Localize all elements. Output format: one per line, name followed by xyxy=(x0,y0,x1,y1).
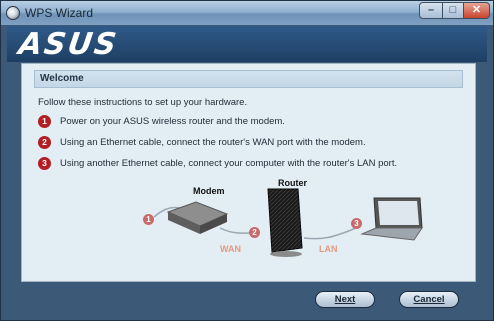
intro-text: Follow these instructions to set up your… xyxy=(38,97,248,108)
step-number-3: 3 xyxy=(38,157,51,170)
step-number-1: 1 xyxy=(38,115,51,128)
modem-label: Modem xyxy=(193,186,225,196)
window-title: WPS Wizard xyxy=(25,6,94,20)
minimize-button[interactable]: – xyxy=(419,2,443,19)
section-title: Welcome xyxy=(40,73,84,84)
diagram-badge-2: 2 xyxy=(249,227,260,238)
content-panel: Welcome Follow these instructions to set… xyxy=(21,63,476,282)
cancel-button[interactable]: Cancel xyxy=(399,291,459,308)
laptop-icon xyxy=(360,197,423,241)
minimize-icon: – xyxy=(427,4,435,16)
close-button[interactable]: ✕ xyxy=(463,2,490,19)
router-label: Router xyxy=(278,178,307,188)
maximize-icon: □ xyxy=(449,4,457,16)
asus-banner: ASUS xyxy=(7,26,487,62)
maximize-button[interactable]: □ xyxy=(442,2,464,19)
section-header: Welcome xyxy=(34,70,463,88)
asus-logo: ASUS xyxy=(16,27,121,62)
diagram-badge-1: 1 xyxy=(143,214,154,225)
wan-label: WAN xyxy=(220,244,241,254)
step-number-2: 2 xyxy=(38,136,51,149)
wps-wizard-window: WPS Wizard – □ ✕ ASUS Welcome Follow the… xyxy=(0,0,494,321)
step-text-3: Using another Ethernet cable, connect yo… xyxy=(60,158,398,169)
step-text-2: Using an Ethernet cable, connect the rou… xyxy=(60,137,366,148)
router-icon xyxy=(267,188,303,257)
hardware-diagram: Modem Router WAN LAN 1 2 3 xyxy=(22,178,475,282)
lan-cable xyxy=(303,227,357,240)
next-button[interactable]: Next xyxy=(315,291,375,308)
close-icon: ✕ xyxy=(471,4,482,16)
lan-label: LAN xyxy=(319,244,338,254)
diagram-badge-3: 3 xyxy=(351,218,362,229)
app-icon xyxy=(6,6,20,20)
step-text-1: Power on your ASUS wireless router and t… xyxy=(60,116,285,127)
modem-icon xyxy=(166,201,229,234)
button-bar: Next Cancel xyxy=(7,282,487,315)
title-bar[interactable]: WPS Wizard – □ ✕ xyxy=(1,1,493,25)
